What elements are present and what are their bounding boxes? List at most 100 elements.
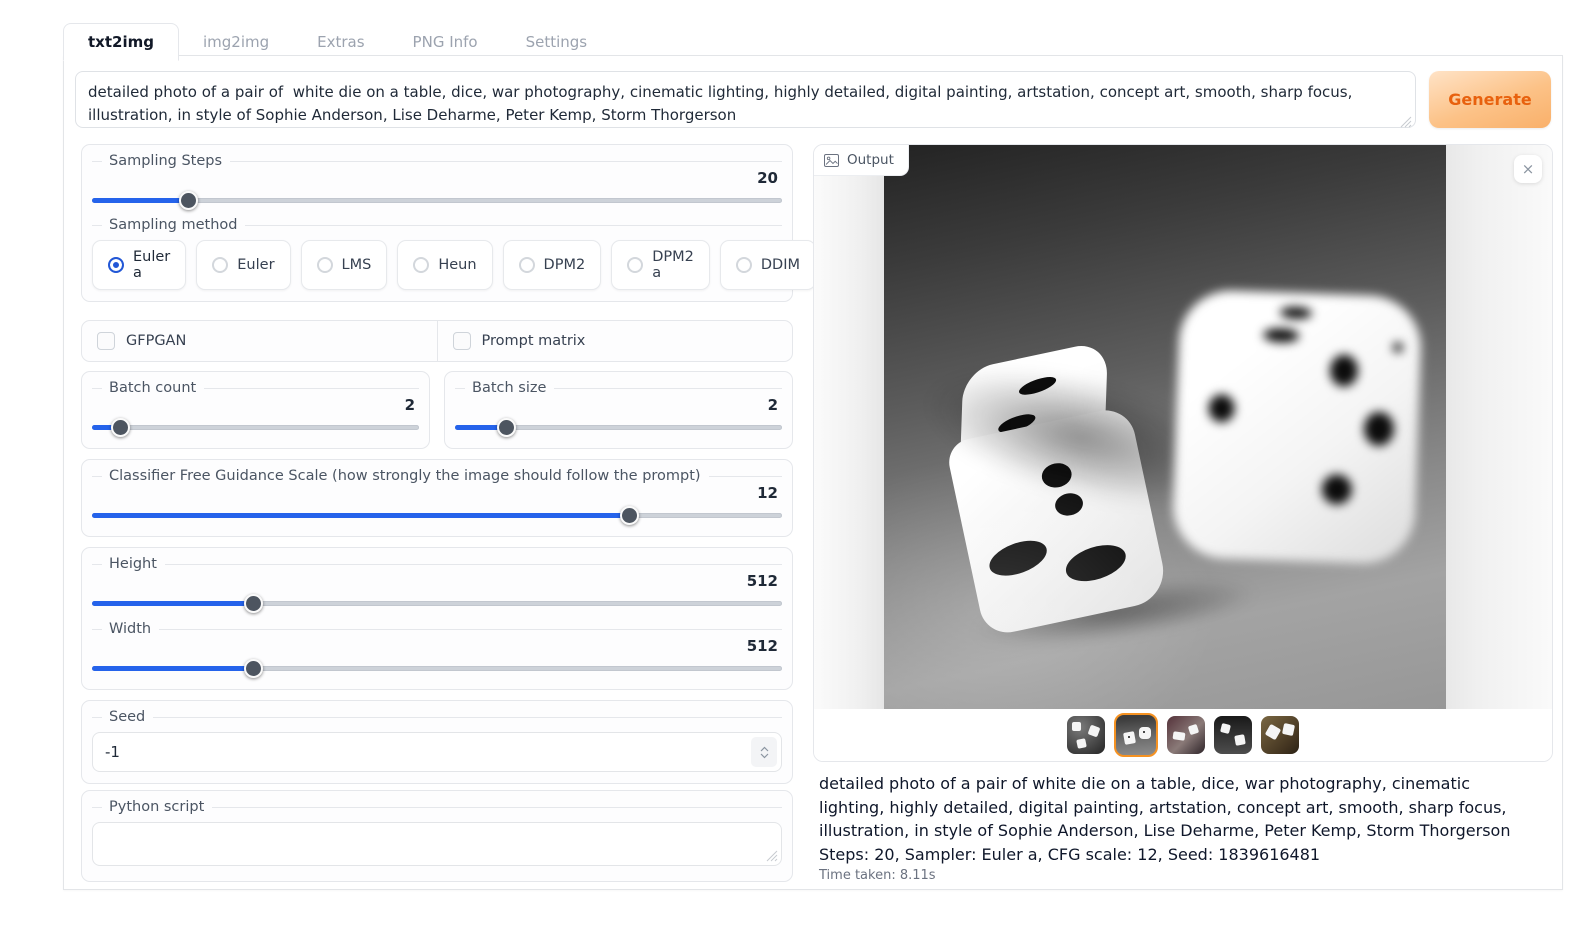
chevron-up-icon[interactable] <box>760 746 769 752</box>
radio-dpm2[interactable]: DPM2 <box>503 240 602 290</box>
prompt-input[interactable]: detailed photo of a pair of white die on… <box>75 71 1416 128</box>
gallery-thumbnail-1[interactable] <box>1067 716 1105 754</box>
cfg-slider[interactable] <box>92 505 782 525</box>
tab-extras[interactable]: Extras <box>293 24 388 60</box>
radio-dot-icon <box>519 257 535 273</box>
output-column: Output × <box>813 144 1553 883</box>
prompt-matrix-checkbox[interactable] <box>453 332 471 350</box>
tab-settings[interactable]: Settings <box>502 24 612 60</box>
toggles-panel: GFPGAN Prompt matrix <box>81 320 793 362</box>
batch-count-label: Batch count <box>92 379 419 397</box>
batch-row: Batch count 2 Batch size 2 <box>81 371 793 449</box>
sampling-method-label: Sampling method <box>92 216 782 234</box>
output-label: Output <box>814 145 909 176</box>
slider-handle[interactable] <box>111 418 130 437</box>
radio-euler[interactable]: Euler <box>196 240 290 290</box>
radio-dot-icon <box>212 257 228 273</box>
radio-euler-a[interactable]: Euler a <box>92 240 186 290</box>
radio-dot-icon <box>736 257 752 273</box>
python-script-panel: Python script <box>81 790 793 882</box>
sampling-steps-label: Sampling Steps <box>92 152 782 170</box>
tab-bar: txt2img img2img Extras PNG Info Settings <box>63 23 611 60</box>
seed-label: Seed <box>92 708 782 726</box>
slider-handle[interactable] <box>497 418 516 437</box>
image-left-margin <box>814 145 884 709</box>
seed-input[interactable] <box>92 732 782 772</box>
width-value: 512 <box>92 638 782 656</box>
dimensions-panel: Height 512 Width 512 <box>81 547 793 690</box>
sampling-steps-value: 20 <box>92 170 782 188</box>
gallery-thumbnail-3[interactable] <box>1167 716 1205 754</box>
gallery-thumbnails <box>814 709 1552 761</box>
gfpgan-label: GFPGAN <box>126 333 186 349</box>
sampling-method-options: Euler a Euler LMS Heun DPM2 DPM2 a DDIM … <box>92 240 782 290</box>
batch-count-slider[interactable] <box>92 417 419 437</box>
radio-label: DPM2 <box>544 257 586 273</box>
prompt-row: detailed photo of a pair of white die on… <box>75 71 1551 132</box>
settings-and-output-columns: Sampling Steps 20 Sampling method Euler … <box>81 144 1553 883</box>
height-slider[interactable] <box>92 593 782 613</box>
settings-column: Sampling Steps 20 Sampling method Euler … <box>81 144 793 883</box>
prompt-matrix-option[interactable]: Prompt matrix <box>437 321 793 361</box>
image-right-margin <box>1446 145 1552 709</box>
gallery-thumbnail-2-selected[interactable] <box>1114 713 1158 757</box>
image-icon <box>824 154 839 167</box>
slider-handle[interactable] <box>244 659 263 678</box>
height-value: 512 <box>92 573 782 591</box>
batch-size-value: 2 <box>455 397 782 415</box>
output-image[interactable] <box>884 145 1446 709</box>
cfg-panel: Classifier Free Guidance Scale (how stro… <box>81 459 793 537</box>
resize-grip-icon[interactable] <box>1400 116 1412 128</box>
cfg-label: Classifier Free Guidance Scale (how stro… <box>92 467 782 485</box>
radio-ddim[interactable]: DDIM <box>720 240 816 290</box>
sampling-panel: Sampling Steps 20 Sampling method Euler … <box>81 144 793 302</box>
radio-label: DDIM <box>761 257 800 273</box>
python-script-label: Python script <box>92 798 782 816</box>
slider-handle[interactable] <box>244 594 263 613</box>
die-blurred <box>1171 289 1422 565</box>
tab-img2img[interactable]: img2img <box>179 24 293 60</box>
tab-txt2img[interactable]: txt2img <box>63 23 179 61</box>
seed-stepper[interactable] <box>751 737 777 767</box>
radio-label: Euler <box>237 257 274 273</box>
radio-label: Euler a <box>133 249 170 281</box>
radio-label: LMS <box>342 257 372 273</box>
cfg-value: 12 <box>92 485 782 503</box>
caption-prompt: detailed photo of a pair of white die on… <box>819 772 1519 843</box>
tab-png-info[interactable]: PNG Info <box>389 24 502 60</box>
radio-lms[interactable]: LMS <box>301 240 388 290</box>
caption-params: Steps: 20, Sampler: Euler a, CFG scale: … <box>819 845 1519 864</box>
batch-size-slider[interactable] <box>455 417 782 437</box>
prompt-box: detailed photo of a pair of white die on… <box>75 71 1416 132</box>
resize-grip-icon[interactable] <box>766 850 778 862</box>
generate-button[interactable]: Generate <box>1429 71 1551 128</box>
slider-handle[interactable] <box>620 506 639 525</box>
gfpgan-checkbox[interactable] <box>97 332 115 350</box>
caption-time-taken: Time taken: 8.11s <box>819 868 1519 883</box>
radio-heun[interactable]: Heun <box>397 240 492 290</box>
radio-dot-icon <box>627 257 643 273</box>
output-label-text: Output <box>847 152 894 168</box>
radio-dot-icon <box>413 257 429 273</box>
radio-label: Heun <box>438 257 476 273</box>
chevron-down-icon[interactable] <box>760 753 769 759</box>
sampling-steps-slider[interactable] <box>92 190 782 210</box>
gfpgan-option[interactable]: GFPGAN <box>82 321 437 361</box>
python-script-input[interactable] <box>92 822 782 866</box>
slider-handle[interactable] <box>179 191 198 210</box>
image-stage-row <box>814 145 1552 709</box>
seed-panel: Seed <box>81 700 793 784</box>
width-slider[interactable] <box>92 658 782 678</box>
gallery-thumbnail-5[interactable] <box>1261 716 1299 754</box>
gallery-thumbnail-4[interactable] <box>1214 716 1252 754</box>
height-label: Height <box>92 555 782 573</box>
radio-dot-icon <box>108 257 124 273</box>
radio-label: DPM2 a <box>652 249 694 281</box>
batch-count-value: 2 <box>92 397 419 415</box>
radio-dot-icon <box>317 257 333 273</box>
width-label: Width <box>92 620 782 638</box>
main-container: detailed photo of a pair of white die on… <box>63 55 1563 890</box>
close-output-button[interactable]: × <box>1514 155 1542 183</box>
radio-dpm2-a[interactable]: DPM2 a <box>611 240 710 290</box>
batch-size-label: Batch size <box>455 379 782 397</box>
